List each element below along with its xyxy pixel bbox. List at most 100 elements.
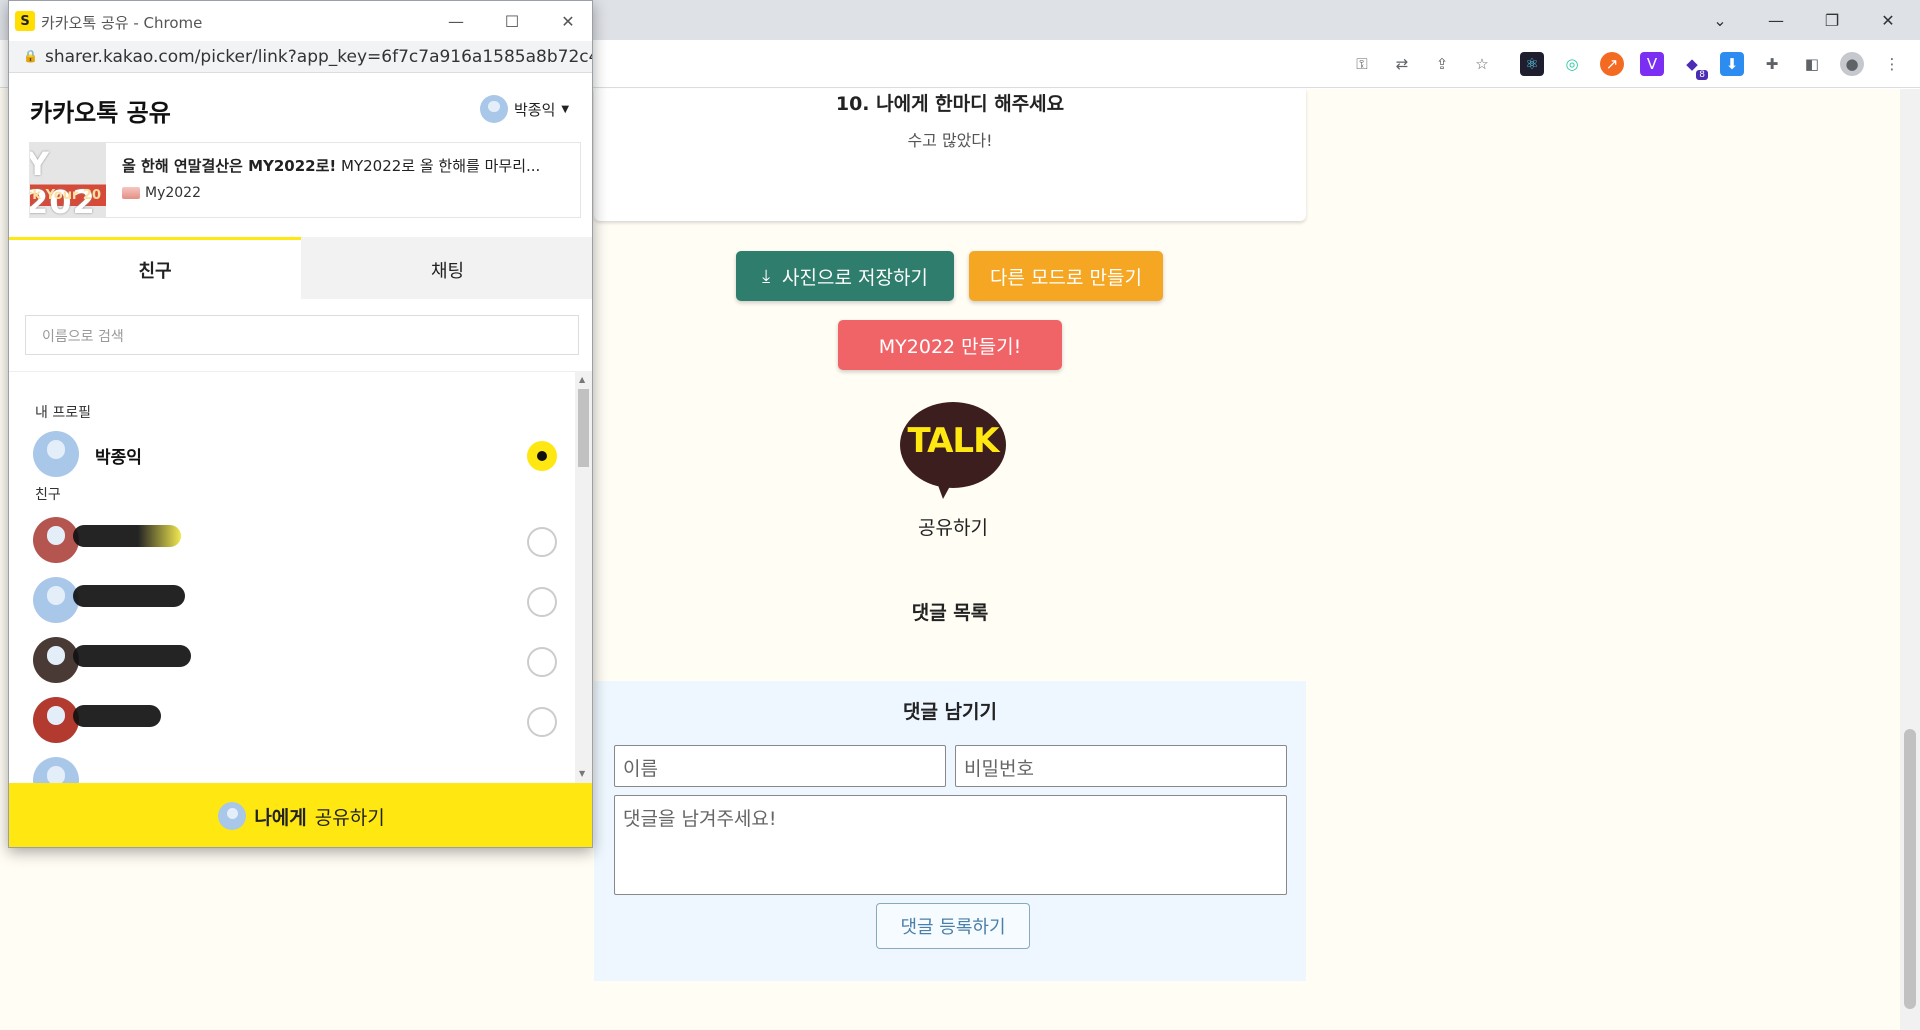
comment-list-title: 댓글 목록	[911, 602, 989, 624]
avatar	[33, 637, 79, 683]
submit-comment-button[interactable]: 댓글 등록하기	[876, 903, 1030, 949]
redacted-name	[73, 705, 161, 727]
name-input[interactable]: 이름	[614, 745, 946, 787]
select-radio[interactable]	[527, 527, 557, 557]
make-label: MY2022 만들기!	[878, 335, 1022, 358]
profile-icon[interactable]: ●	[1840, 52, 1864, 76]
caret-down-icon: ▼	[561, 103, 570, 115]
star-icon[interactable]: ☆	[1470, 52, 1494, 76]
preview-site-name: My2022	[145, 185, 201, 201]
list-item[interactable]	[33, 517, 563, 563]
footer-rest: 공유하기	[314, 806, 385, 829]
list-item[interactable]	[33, 697, 563, 743]
popup-titlebar: S 카카오톡 공유 - Chrome — ☐ ✕	[9, 1, 592, 41]
tab-friends[interactable]: 친구	[9, 237, 301, 299]
list-item[interactable]: 박종익	[33, 431, 563, 477]
select-radio[interactable]	[527, 707, 557, 737]
thumbnail-text-big: Y 202	[30, 145, 96, 217]
friend-list-scrollbar[interactable]: ▲ ▼	[575, 371, 592, 783]
select-radio[interactable]	[527, 587, 557, 617]
footer-bold: 나에게	[254, 806, 307, 829]
ext-download-icon[interactable]: ⬇	[1720, 52, 1744, 76]
thumbnail-text-small: rk Your 20	[30, 188, 102, 203]
puzzle-icon[interactable]: ✚	[1760, 52, 1784, 76]
link-preview-card: Y 202 rk Your 20 올 한해 연말결산은 MY2022로! MY2…	[29, 142, 581, 218]
popup-address-bar: 🔒 sharer.kakao.com/picker/link?app_key=6…	[9, 41, 592, 73]
question-answer: 수고 많았다!	[907, 131, 993, 150]
friend-list-scroll-thumb[interactable]	[578, 389, 589, 467]
profile-name: 박종익	[514, 100, 556, 119]
friend-search-input[interactable]: 이름으로 검색	[25, 315, 579, 355]
make-my2022-button[interactable]: MY2022 만들기!	[838, 320, 1062, 370]
ext-react-icon[interactable]: ⚛	[1520, 52, 1544, 76]
select-radio[interactable]	[527, 441, 557, 471]
profile-selector[interactable]: 박종익 ▼	[480, 93, 569, 125]
friend-list: 내 프로필 박종익 친구	[9, 371, 575, 783]
save-photo-button[interactable]: ⤓ 사진으로 저장하기	[736, 251, 954, 301]
friends-label: 친구	[35, 487, 61, 503]
sidepanel-icon[interactable]: ◧	[1800, 52, 1824, 76]
favicon-icon: S	[15, 11, 35, 31]
popup-url: sharer.kakao.com/picker/link?app_key=6f7…	[45, 47, 593, 67]
scroll-up-icon[interactable]: ▲	[579, 375, 585, 384]
popup-window-title: 카카오톡 공유 - Chrome	[41, 14, 203, 32]
list-item[interactable]	[33, 577, 563, 623]
comment-form-title: 댓글 남기기	[902, 701, 997, 723]
password-input[interactable]: 비밀번호	[955, 745, 1287, 787]
list-item[interactable]	[33, 757, 563, 783]
comment-form: 댓글 남기기 이름 비밀번호 댓글을 남겨주세요! 댓글 등록하기	[594, 681, 1306, 981]
menu-icon[interactable]: ⋮	[1880, 52, 1904, 76]
key-icon[interactable]: ⚿	[1350, 52, 1374, 76]
preview-site: My2022	[122, 185, 201, 201]
share-tabs: 친구 채팅	[9, 237, 592, 299]
popup-close-button[interactable]: ✕	[553, 7, 583, 35]
avatar	[218, 802, 247, 830]
page-scrollbar[interactable]	[1900, 89, 1920, 1030]
share-to-me-button[interactable]: 나에게 공유하기	[9, 783, 592, 847]
preview-bold-title: 올 한해 연말결산은 MY2022로!	[122, 157, 337, 175]
preview-desc-text: MY2022로 올 한해를 마무리...	[336, 157, 541, 175]
redacted-name	[73, 585, 185, 607]
ext-orange-icon[interactable]: ↗	[1600, 52, 1624, 76]
question-card: 10. 나에게 한마디 해주세요 수고 많았다!	[594, 89, 1306, 221]
close-button[interactable]: ✕	[1860, 0, 1916, 40]
page-scroll-thumb[interactable]	[1904, 729, 1916, 1009]
avatar	[33, 757, 79, 783]
kakao-share-popup: S 카카오톡 공유 - Chrome — ☐ ✕ 🔒 sharer.kakao.…	[8, 0, 593, 848]
ext-badge: 8	[1696, 70, 1708, 80]
talk-logo-tail	[935, 477, 955, 499]
download-icon: ⤓	[762, 265, 771, 287]
redacted-name	[73, 645, 191, 667]
translate-icon[interactable]: ⇄	[1390, 52, 1414, 76]
popup-minimize-button[interactable]: —	[441, 7, 471, 35]
restore-button[interactable]: ❐	[1804, 0, 1860, 40]
comment-textarea[interactable]: 댓글을 남겨주세요!	[614, 795, 1287, 895]
ext-v-icon[interactable]: V	[1640, 52, 1664, 76]
tab-search-chevron-icon[interactable]: ⌄	[1692, 0, 1748, 40]
share-label[interactable]: 공유하기	[890, 513, 1016, 540]
share-icon[interactable]: ⇪	[1430, 52, 1454, 76]
save-photo-label: 사진으로 저장하기	[782, 266, 928, 289]
avatar	[33, 697, 79, 743]
question-title: 10. 나에게 한마디 해주세요	[835, 93, 1065, 115]
popup-maximize-button[interactable]: ☐	[497, 7, 527, 35]
tab-chats[interactable]: 채팅	[301, 237, 592, 299]
other-mode-label: 다른 모드로 만들기	[990, 266, 1142, 289]
talk-logo-text: TALK	[907, 421, 1000, 461]
my-name: 박종익	[95, 448, 142, 468]
avatar	[480, 95, 508, 123]
ext-purple-icon[interactable]: ◆ 8	[1680, 52, 1708, 80]
ext-circle-icon[interactable]: ◎	[1560, 52, 1584, 76]
lock-icon: 🔒	[23, 49, 38, 63]
redacted-name	[73, 525, 181, 547]
list-item[interactable]	[33, 637, 563, 683]
preview-description: 올 한해 연말결산은 MY2022로! MY2022로 올 한해를 마무리...	[122, 155, 562, 176]
select-radio[interactable]	[527, 647, 557, 677]
avatar	[33, 431, 79, 477]
site-icon	[122, 187, 140, 199]
minimize-button[interactable]: —	[1748, 0, 1804, 40]
avatar	[33, 517, 79, 563]
scroll-down-icon[interactable]: ▼	[579, 769, 585, 778]
avatar	[33, 577, 79, 623]
other-mode-button[interactable]: 다른 모드로 만들기	[969, 251, 1163, 301]
